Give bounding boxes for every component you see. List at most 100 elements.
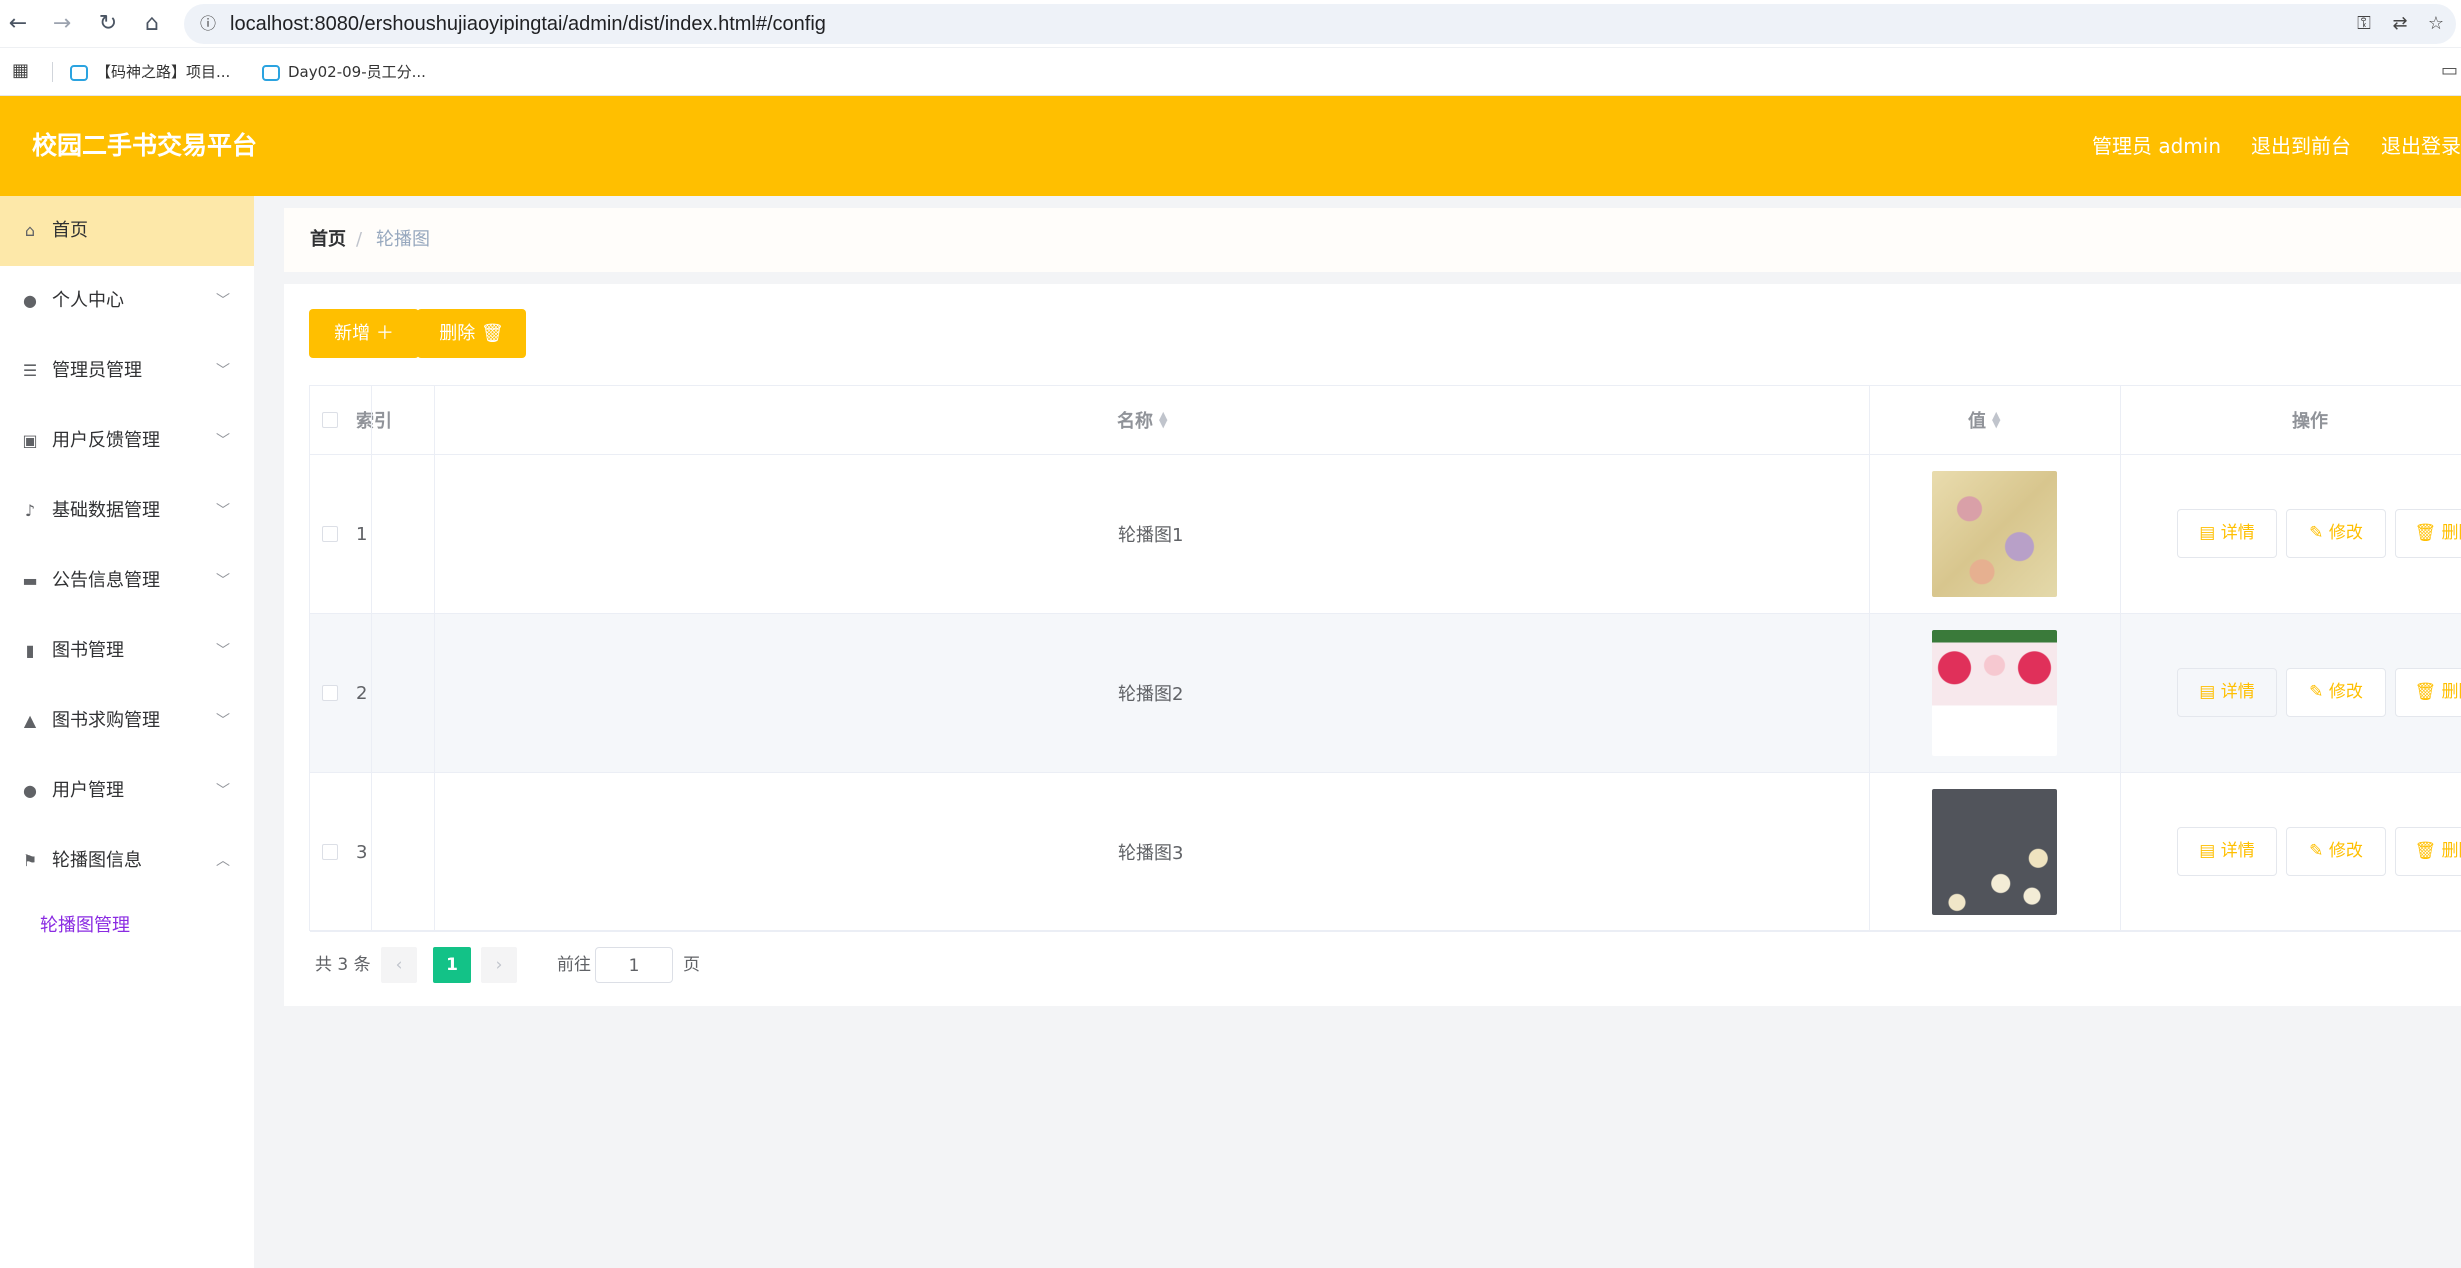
home-icon[interactable]: ⌂ [136,8,168,40]
user-cart-icon: ▲ [23,711,37,730]
breadcrumb-home[interactable]: 首页 [310,208,346,272]
sidebar-item-notices[interactable]: ▬ 公告信息管理 ﹀ [0,546,254,616]
sidebar-item-label: 轮播图信息 [52,850,142,871]
row-name: 轮播图3 [1118,843,1184,864]
chevron-down-icon: ﹀ [216,293,230,309]
column-divider [2120,386,2121,932]
sidebar-item-users[interactable]: ● 用户管理 ﹀ [0,756,254,826]
table-row: 1 轮播图1 ▤ 详情 ✎ 修改 🗑 删除 [310,455,2461,614]
breadcrumb-current: 轮播图 [376,229,430,250]
sort-icon[interactable]: ▲ ▼ [1159,410,1167,429]
apps-icon[interactable]: ▦ [12,60,34,82]
select-all-cell [322,386,338,454]
chevron-down-icon: ﹀ [216,503,230,519]
bookmark-item[interactable]: Day02-09-员工分... [262,58,426,86]
edit-label: 修改 [2328,523,2363,543]
folder-icon[interactable]: ▭ [2441,60,2461,81]
row-checkbox[interactable] [322,685,338,701]
header-links: 管理员 admin 退出到前台 退出登录 [2062,96,2461,196]
row-checkbox[interactable] [322,526,338,542]
carousel-image [1932,630,2057,756]
carousel-table: 索引 名称 ▲▼ 值 ▲▼ 操作 1 轮播图1 ▤ 详情 ✎ 修改 🗑 删除 2 轮… [309,385,2461,932]
content-card: 新增 ＋ 删除 🗑 索引 名称 ▲ ▼ 值 ▲ ▼ 操作 1 轮播图1 ▤ 详情 ✎ 修… [284,284,2461,1006]
header-index: 索引 [356,411,392,432]
app-title: 校园二手书交易平台 [32,131,258,160]
edit-button[interactable]: ✎ 修改 [2286,668,2386,717]
edit-button[interactable]: ✎ 修改 [2286,509,2386,558]
bell-off-icon: ♪ [24,501,36,520]
detail-button[interactable]: ▤ 详情 [2177,509,2277,558]
admin-user-label: 管理员 admin [2091,134,2221,158]
translate-icon[interactable]: ⇄ [2388,12,2412,36]
bilibili-icon [262,64,280,81]
next-page-button[interactable]: › [481,947,517,983]
add-button[interactable]: 新增 ＋ [309,309,419,358]
prev-page-button[interactable]: ‹ [381,947,417,983]
column-divider [1869,386,1870,932]
flag-icon: ⚑ [22,851,38,870]
table-row: 2 轮播图2 ▤ 详情 ✎ 修改 🗑 删除 [310,614,2461,773]
sidebar-item-label: 公告信息管理 [52,570,160,591]
batch-delete-button[interactable]: 删除 🗑 [417,309,526,358]
address-bar[interactable]: ⓘ localhost:8080/ershoushujiaoyipingtai/… [184,4,2456,44]
trash-icon: 🗑 [480,323,504,344]
sidebar-item-profile[interactable]: ● 个人中心 ﹀ [0,266,254,336]
breadcrumb-separator: / [356,229,363,250]
row-checkbox[interactable] [322,844,338,860]
delete-button[interactable]: 🗑 删除 [2395,668,2461,717]
select-all-checkbox[interactable] [322,412,338,428]
row-index: 3 [356,841,368,863]
plus-icon: ＋ [375,323,394,344]
sidebar-item-carousel[interactable]: ⚑ 轮播图信息 ︿ [0,826,254,896]
column-divider [434,386,435,932]
logout-link[interactable]: 退出登录 [2381,134,2461,158]
star-icon[interactable]: ☆ [2424,12,2448,36]
sidebar-item-basic-data[interactable]: ♪ 基础数据管理 ﹀ [0,476,254,546]
delete-label: 删除 [2441,682,2461,702]
detail-label: 详情 [2220,841,2255,861]
to-front-link[interactable]: 退出到前台 [2251,134,2351,158]
detail-label: 详情 [2220,682,2255,702]
goto-page-input[interactable]: 1 [595,947,673,983]
sidebar-item-books[interactable]: ▮ 图书管理 ﹀ [0,616,254,686]
sidebar-item-home[interactable]: ⌂ 首页 [0,196,254,266]
header-name[interactable]: 名称 ▲ ▼ [1117,386,1167,454]
delete-label: 删除 [2441,841,2461,861]
header-actions: 操作 [2292,411,2328,432]
detail-button[interactable]: ▤ 详情 [2177,668,2277,717]
delete-button[interactable]: 🗑 删除 [2395,509,2461,558]
pagination-total: 共 3 条 [315,955,371,975]
sidebar-subitem-carousel-manage[interactable]: 轮播图管理 [40,906,130,946]
bilibili-icon [70,64,88,81]
info-icon[interactable]: ⓘ [196,12,220,36]
sliders-icon: ☰ [22,361,38,380]
bookmark-item[interactable]: 【码神之路】项目... [70,58,230,86]
sidebar-item-book-requests[interactable]: ▲ 图书求购管理 ﹀ [0,686,254,756]
sidebar-item-label: 用户反馈管理 [52,430,160,451]
key-icon[interactable]: ⚿ [2352,12,2376,36]
edit-label: 修改 [2328,682,2363,702]
url-text[interactable]: localhost:8080/ershoushujiaoyipingtai/ad… [230,4,826,44]
edit-button[interactable]: ✎ 修改 [2286,827,2386,876]
sidebar-item-label: 图书求购管理 [52,710,160,731]
content-gutter [254,196,284,1268]
delete-button[interactable]: 🗑 删除 [2395,827,2461,876]
back-icon[interactable]: ← [2,8,34,40]
clipboard-icon: ▣ [22,431,38,450]
sidebar-item-admins[interactable]: ☰ 管理员管理 ﹀ [0,336,254,406]
detail-button[interactable]: ▤ 详情 [2177,827,2277,876]
sidebar-item-label: 个人中心 [52,290,124,311]
chevron-down-icon: ﹀ [216,713,230,729]
sidebar: ⌂ 首页 ● 个人中心 ﹀ ☰ 管理员管理 ﹀ ▣ 用户反馈管理 ﹀ ♪ 基础数… [0,196,254,1268]
sort-icon[interactable]: ▲ ▼ [1992,410,2000,429]
delete-label: 删除 [2441,523,2461,543]
chevron-down-icon: ﹀ [216,783,230,799]
bookmark-label: Day02-09-员工分... [288,63,426,81]
page-number-current[interactable]: 1 [433,947,471,983]
sidebar-item-label: 首页 [52,220,88,241]
header-value[interactable]: 值 ▲ ▼ [1968,386,2000,454]
sidebar-item-feedback[interactable]: ▣ 用户反馈管理 ﹀ [0,406,254,476]
forward-icon[interactable]: → [46,8,78,40]
reload-icon[interactable]: ↻ [92,8,124,40]
bookmark-label: 【码神之路】项目... [96,63,231,81]
